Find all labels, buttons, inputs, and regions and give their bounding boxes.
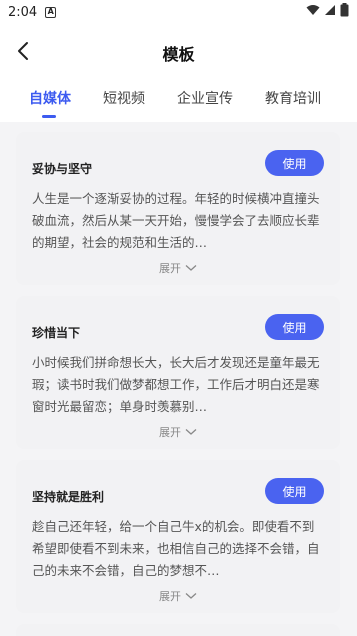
expand-button[interactable]: 展开	[16, 424, 340, 440]
tab-corporate-promo[interactable]: 企业宣传	[177, 88, 233, 118]
card-title: 珍惜当下	[32, 326, 81, 340]
tab-education-training[interactable]: 教育培训	[265, 88, 321, 118]
nav-bar: 模板	[0, 30, 357, 76]
wifi-icon	[306, 4, 320, 20]
template-card: 珍惜当下 使用 小时候我们拼命想长大，长大后才发现还是童年最无瑕；读书时我们做梦…	[16, 296, 340, 449]
battery-icon	[340, 3, 349, 21]
expand-label: 展开	[159, 590, 181, 603]
template-card: 坚持就是胜利 使用 趁自己还年轻，给一个自己牛x的机会。即使看不到希望即使看不到…	[16, 460, 340, 613]
status-bar: 2:04 A	[0, 0, 357, 24]
expand-button[interactable]: 展开	[16, 588, 340, 604]
card-content: 小时候我们拼命想长大，长大后才发现还是童年最无瑕；读书时我们做梦都想工作，工作后…	[32, 355, 320, 414]
signal-icon	[324, 4, 336, 20]
page-title: 模板	[162, 45, 195, 64]
use-button[interactable]: 使用	[265, 314, 324, 340]
status-left: 2:04 A	[8, 4, 57, 20]
tab-self-media[interactable]: 自媒体	[29, 88, 71, 118]
use-button[interactable]: 使用	[265, 150, 324, 176]
use-button[interactable]: 使用	[265, 478, 324, 504]
template-list[interactable]: 妥协与坚守 使用 人生是一个逐渐妥协的过程。年轻的时候横冲直撞头破血流，然后从某…	[0, 122, 357, 636]
tab-label: 企业宣传	[177, 91, 233, 107]
notification-a-icon: A	[45, 6, 57, 18]
tab-active-indicator	[42, 115, 56, 118]
status-right	[306, 3, 349, 21]
expand-label: 展开	[159, 426, 181, 439]
card-title: 坚持就是胜利	[32, 490, 105, 504]
chevron-left-icon	[16, 41, 30, 65]
back-button[interactable]	[8, 38, 38, 68]
chevron-down-icon	[185, 426, 197, 439]
card-content: 趁自己还年轻，给一个自己牛x的机会。即使看不到希望即使看不到未来，也相信自己的选…	[32, 519, 320, 578]
tab-label: 短视频	[103, 91, 145, 107]
expand-label: 展开	[159, 262, 181, 275]
chevron-down-icon	[185, 590, 197, 603]
template-card-partial	[16, 624, 340, 636]
category-tabs: 自媒体 短视频 企业宣传 教育培训	[0, 88, 357, 118]
tab-label: 自媒体	[29, 91, 71, 107]
tab-short-video[interactable]: 短视频	[103, 88, 145, 118]
expand-button[interactable]: 展开	[16, 260, 340, 276]
tab-label: 教育培训	[265, 91, 321, 107]
card-content: 人生是一个逐渐妥协的过程。年轻的时候横冲直撞头破血流，然后从某一天开始，慢慢学会…	[32, 191, 320, 250]
status-time: 2:04	[8, 4, 38, 20]
card-title: 妥协与坚守	[32, 162, 93, 176]
chevron-down-icon	[185, 262, 197, 275]
template-card: 妥协与坚守 使用 人生是一个逐渐妥协的过程。年轻的时候横冲直撞头破血流，然后从某…	[16, 132, 340, 285]
